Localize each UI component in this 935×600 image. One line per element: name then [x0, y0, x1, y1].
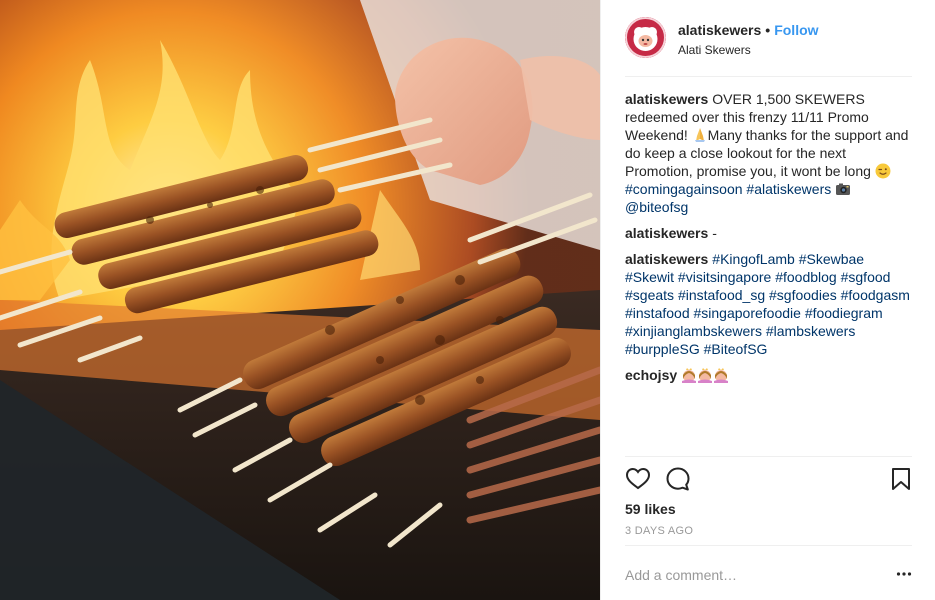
more-dots-icon — [896, 572, 912, 576]
comment-button[interactable] — [665, 466, 691, 492]
username-link[interactable]: alatiskewers — [678, 22, 761, 38]
camera-flash-icon — [836, 183, 851, 195]
hashtag-link[interactable]: #alatiskewers — [746, 181, 831, 197]
hashtag-link[interactable]: #instafood — [625, 305, 690, 321]
hashtag-link[interactable]: #burppleSG — [625, 341, 700, 357]
princess-icon — [698, 368, 713, 383]
winking-face-icon — [875, 163, 891, 179]
separator-dot: • — [765, 22, 771, 38]
hashtag-link[interactable]: #sgfoodies — [769, 287, 837, 303]
header-text: alatiskewers • Follow Alati Skewers — [678, 21, 819, 58]
post-actions — [625, 466, 916, 492]
hashtag-link[interactable]: #foodiegram — [805, 305, 883, 321]
princess-icon — [682, 368, 697, 383]
comment-user-link[interactable]: alatiskewers — [625, 251, 708, 267]
comments-list: alatiskewers OVER 1,500 SKEWERS redeemed … — [625, 90, 915, 392]
hashtag-link[interactable]: #visitsingapore — [678, 269, 771, 285]
comment-item: alatiskewers - — [625, 224, 915, 242]
princess-icon — [714, 368, 729, 383]
divider — [625, 456, 912, 457]
comment-item: alatiskewers #KingofLamb #Skewbae #Skewit… — [625, 250, 915, 358]
more-options-button[interactable] — [896, 566, 912, 582]
like-button[interactable] — [625, 466, 651, 492]
caption-user-link[interactable]: alatiskewers — [625, 91, 708, 107]
hashtag-link[interactable]: #lambskewers — [766, 323, 855, 339]
likes-count[interactable]: 59 likes — [625, 500, 676, 518]
comment-input[interactable] — [625, 565, 875, 585]
praying-hands-icon — [694, 128, 705, 142]
hashtag-link[interactable]: #sgeats — [625, 287, 674, 303]
hashtag-link[interactable]: #BiteofSG — [704, 341, 768, 357]
hashtag-link[interactable]: #foodblog — [775, 269, 837, 285]
hashtag-link[interactable]: #singaporefoodie — [694, 305, 801, 321]
post-timestamp[interactable]: 3 DAYS AGO — [625, 524, 693, 538]
hashtag-link[interactable]: #sgfood — [841, 269, 891, 285]
hashtag-link[interactable]: #instafood_sg — [678, 287, 765, 303]
comment-icon — [666, 467, 690, 491]
follow-button[interactable]: Follow — [774, 22, 818, 38]
bookmark-icon — [892, 468, 910, 490]
comment-item: echojsy — [625, 366, 915, 384]
hashtag-link[interactable]: #comingagainsoon — [625, 181, 743, 197]
hashtag-link[interactable]: #Skewit — [625, 269, 674, 285]
post-header: alatiskewers • Follow Alati Skewers — [625, 17, 912, 77]
heart-icon — [625, 467, 651, 490]
avatar[interactable] — [625, 17, 666, 58]
comment-emoji-group — [681, 367, 729, 383]
hashtag-link[interactable]: #Skewbae — [799, 251, 864, 267]
save-button[interactable] — [888, 466, 914, 492]
comment-user-link[interactable]: echojsy — [625, 367, 677, 383]
hashtag-link[interactable]: #KingofLamb — [712, 251, 795, 267]
comment-user-link[interactable]: alatiskewers — [625, 225, 708, 241]
comment-text: - — [712, 225, 717, 241]
location-link[interactable]: Alati Skewers — [678, 42, 819, 58]
mention-link[interactable]: @biteofsg — [625, 199, 688, 215]
caption: alatiskewers OVER 1,500 SKEWERS redeemed … — [625, 90, 915, 216]
skewers-image — [0, 0, 600, 600]
post-sidebar: alatiskewers • Follow Alati Skewers alatis… — [600, 0, 935, 600]
hashtag-link[interactable]: #foodgasm — [841, 287, 910, 303]
add-comment-section — [625, 545, 912, 600]
post-photo[interactable] — [0, 0, 600, 600]
hashtag-link[interactable]: #xinjianglambskewers — [625, 323, 762, 339]
